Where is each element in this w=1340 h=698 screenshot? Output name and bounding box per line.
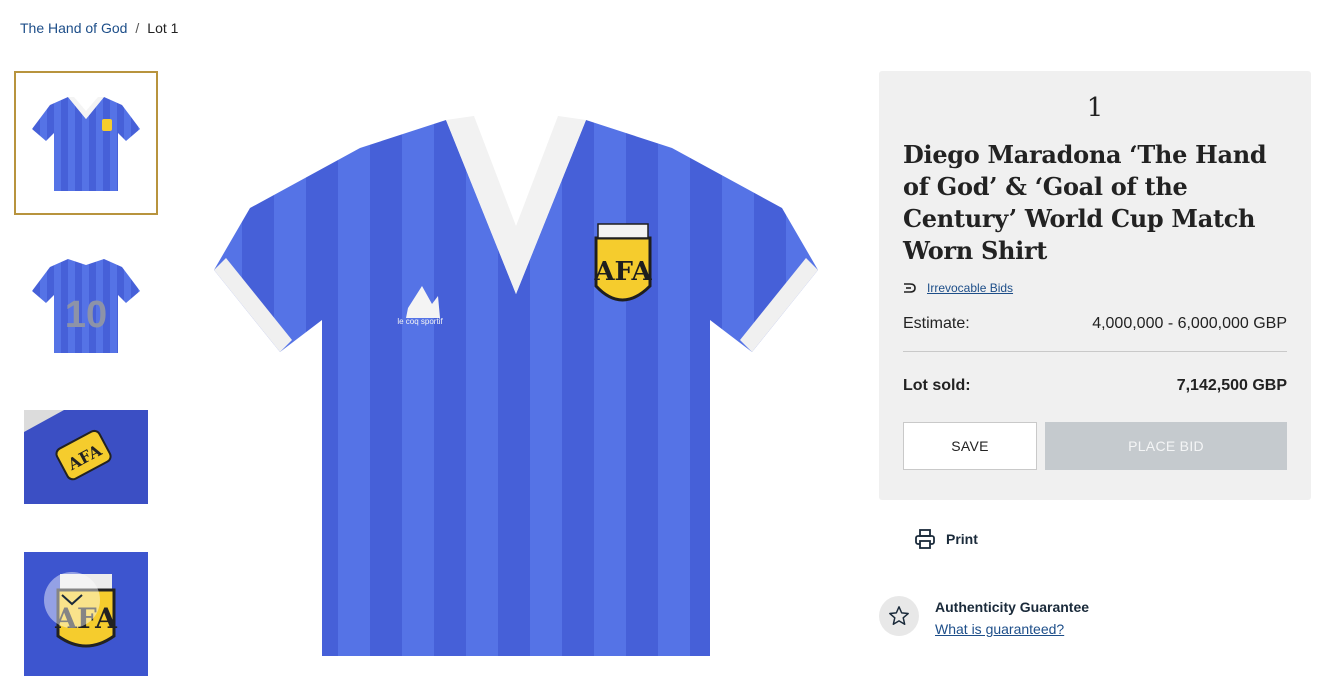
irrevocable-bids: Irrevocable Bids bbox=[903, 281, 1287, 295]
authenticity-badge bbox=[879, 596, 919, 636]
action-buttons: SAVE PLACE BID bbox=[903, 422, 1287, 470]
lot-number: 1 bbox=[1086, 93, 1104, 123]
chevron-down-icon bbox=[61, 594, 83, 606]
estimate-row: Estimate: 4,000,000 - 6,000,000 GBP bbox=[903, 315, 1287, 352]
shirt-main-image: AFA le coq sportif bbox=[214, 116, 818, 656]
brand-text: le coq sportif bbox=[397, 317, 443, 326]
breadcrumb-link-auction[interactable]: The Hand of God bbox=[20, 20, 127, 36]
main-patch-text: AFA bbox=[593, 257, 652, 287]
irrevocable-bids-link[interactable]: Irrevocable Bids bbox=[927, 281, 1013, 295]
thumbnail-scroll-down-button[interactable] bbox=[44, 572, 100, 628]
crest-angle-image: AFA bbox=[24, 410, 148, 504]
thumbnail-crest-angle[interactable]: AFA bbox=[14, 410, 158, 504]
save-button[interactable]: SAVE bbox=[903, 422, 1037, 470]
star-icon bbox=[889, 606, 909, 625]
print-button[interactable]: Print bbox=[914, 528, 978, 550]
estimate-value: 4,000,000 - 6,000,000 GBP bbox=[1092, 315, 1287, 332]
printer-icon bbox=[915, 529, 935, 549]
print-label: Print bbox=[946, 531, 978, 547]
lot-details-panel: 1 Diego Maradona ‘The Hand of God’ & ‘Go… bbox=[879, 71, 1311, 500]
authenticity-text: Authenticity Guarantee What is guarantee… bbox=[935, 596, 1089, 640]
breadcrumb: The Hand of God / Lot 1 bbox=[20, 20, 178, 36]
authenticity-link[interactable]: What is guaranteed? bbox=[935, 621, 1064, 637]
shirt-front-image bbox=[32, 97, 140, 191]
sold-label: Lot sold: bbox=[903, 377, 971, 394]
thumbnail-shirt-back[interactable]: 10 bbox=[14, 233, 158, 377]
sold-value: 7,142,500 GBP bbox=[1176, 377, 1287, 394]
thumbnail-shirt-front[interactable] bbox=[14, 71, 158, 215]
breadcrumb-separator: / bbox=[135, 20, 140, 36]
authenticity-title: Authenticity Guarantee bbox=[935, 599, 1090, 615]
breadcrumb-current: Lot 1 bbox=[147, 20, 179, 36]
back-number: 10 bbox=[65, 294, 107, 336]
place-bid-button[interactable]: PLACE BID bbox=[1045, 422, 1287, 470]
shirt-back-image: 10 bbox=[32, 259, 140, 353]
sold-row: Lot sold: 7,142,500 GBP bbox=[903, 377, 1287, 395]
lot-title: Diego Maradona ‘The Hand of God’ & ‘Goal… bbox=[903, 140, 1267, 265]
irrevocable-bids-icon bbox=[904, 283, 916, 293]
authenticity-guarantee: Authenticity Guarantee What is guarantee… bbox=[879, 596, 1089, 640]
main-lot-image[interactable]: AFA le coq sportif bbox=[210, 108, 822, 668]
estimate-label: Estimate: bbox=[903, 315, 970, 332]
